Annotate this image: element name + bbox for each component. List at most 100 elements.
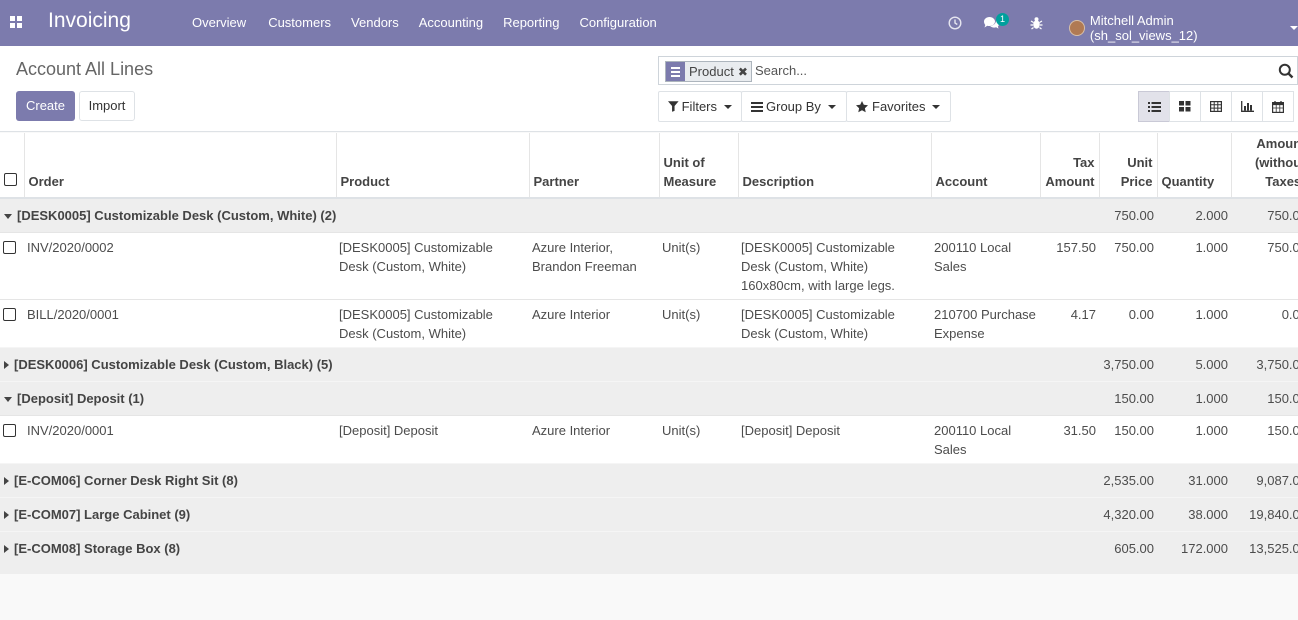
star-icon [856,100,868,112]
cell-uom: Unit(s) [659,231,738,299]
caret-right-icon [4,511,9,520]
control-panel: Account All Lines Create Import Product … [0,46,1298,132]
cell-tax-amount: 31.50 [1040,414,1099,463]
cell-order: BILL/2020/0001 [24,298,336,347]
column-header-account[interactable]: Account [931,133,1041,199]
calendar-view-icon[interactable] [1262,91,1294,122]
filter-icon [668,101,679,112]
list-view: Order Product Partner Unit of Measure De… [0,133,1298,574]
column-header-tax-amount[interactable]: Tax Amount [1040,133,1100,199]
list-view-icon[interactable] [1138,91,1170,122]
cell-tax-amount: 157.50 [1040,231,1099,299]
lines-table: Order Product Partner Unit of Measure De… [0,133,1298,574]
row-checkbox[interactable] [3,307,16,321]
caret-right-icon [4,545,9,554]
menu-item-accounting[interactable]: Accounting [419,15,483,30]
clock-icon[interactable] [948,0,962,46]
row-checkbox[interactable] [3,240,16,254]
import-button[interactable]: Import [79,91,135,121]
cell-description: [Deposit] Deposit [738,414,931,463]
group-name: [E-COM08] Storage Box (8) [14,540,181,556]
search-facet-product: Product ✖ [665,61,752,82]
caret-right-icon [4,361,9,370]
user-menu[interactable]: Mitchell Admin (sh_sol_views_12) [1069,13,1298,43]
page-title: Account All Lines [16,59,154,79]
filters-dropdown[interactable]: Filters [658,91,742,122]
table-row[interactable]: INV/2020/0002 [DESK0005] Customizable De… [0,231,1298,299]
chevron-down-icon [724,104,732,109]
search-icon[interactable] [1278,63,1294,79]
group-amount: 9,087.00 [1231,462,1298,497]
column-header-quantity[interactable]: Quantity [1157,133,1232,199]
cell-order: INV/2020/0002 [24,231,336,299]
row-checkbox[interactable] [3,423,16,437]
column-header-product[interactable]: Product [336,133,530,199]
graph-view-icon[interactable] [1231,91,1263,122]
cell-amount: 750.00 [1231,231,1298,299]
cell-unit-price: 150.00 [1099,414,1157,463]
group-amount: 3,750.00 [1231,346,1298,381]
group-row[interactable]: [DESK0005] Customizable Desk (Custom, Wh… [0,197,1298,232]
group-by-dropdown[interactable]: Group By [741,91,847,122]
app-brand[interactable]: Invoicing [48,9,131,33]
group-row[interactable]: [E-COM06] Corner Desk Right Sit (8) 2,53… [0,462,1298,497]
column-header-unit-of-measure[interactable]: Unit of Measure [659,133,739,199]
cell-description: [DESK0005] Customizable Desk (Custom, Wh… [738,231,931,299]
menu-item-reporting[interactable]: Reporting [503,15,559,30]
cell-partner: Azure Interior [529,414,659,463]
group-row[interactable]: [E-COM08] Storage Box (8) 605.00 172.000… [0,530,1298,565]
column-header-partner[interactable]: Partner [529,133,660,199]
group-name: [E-COM06] Corner Desk Right Sit (8) [14,472,238,488]
cell-product: [DESK0005] Customizable Desk (Custom, Wh… [336,298,529,347]
cell-unit-price: 750.00 [1099,231,1157,299]
group-quantity: 5.000 [1157,346,1231,381]
column-header-order[interactable]: Order [24,133,337,199]
user-name: Mitchell Admin (sh_sol_views_12) [1089,13,1198,43]
chevron-down-icon [827,104,836,109]
group-unit-price: 3,750.00 [1099,346,1157,381]
pivot-view-icon[interactable] [1200,91,1232,122]
menu-item-vendors[interactable]: Vendors [351,15,399,30]
main-menu: Overview Customers Vendors Accounting Re… [192,15,677,30]
group-row[interactable]: [DESK0006] Customizable Desk (Custom, Bl… [0,346,1298,381]
caret-down-icon [4,396,12,402]
avatar [1069,20,1085,36]
favorites-dropdown[interactable]: Favorites [846,91,951,122]
search-input[interactable] [753,60,1253,81]
cell-account: 210700 Purchase Expense [931,298,1040,347]
table-row[interactable]: INV/2020/0001 [Deposit] Deposit Azure In… [0,414,1298,463]
caret-right-icon [4,477,9,486]
select-all-checkbox[interactable] [4,173,17,186]
column-header-amount[interactable]: Amount (without Taxes) [1231,133,1298,199]
close-icon[interactable]: ✖ [738,65,751,79]
bug-icon[interactable] [1030,0,1044,46]
table-row[interactable]: BILL/2020/0001 [DESK0005] Customizable D… [0,298,1298,347]
create-button[interactable]: Create [16,91,75,121]
cell-quantity: 1.000 [1157,298,1231,347]
column-header-unit-price[interactable]: Unit Price [1099,133,1158,199]
kanban-view-icon[interactable] [1169,91,1201,122]
table-footer-spacer [0,565,1298,574]
menu-item-configuration[interactable]: Configuration [579,15,656,30]
menu-item-customers[interactable]: Customers [268,15,331,30]
cell-description: [DESK0005] Customizable Desk (Custom, Wh… [738,298,931,347]
group-row[interactable]: [E-COM07] Large Cabinet (9) 4,320.00 38.… [0,496,1298,531]
group-amount: 750.00 [1231,197,1298,232]
group-by-icon [666,62,685,81]
bars-icon [751,101,763,112]
cell-product: [Deposit] Deposit [336,414,529,463]
column-header-description[interactable]: Description [738,133,932,199]
chat-count-badge: 1 [996,13,1009,26]
cell-quantity: 1.000 [1157,414,1231,463]
apps-menu-icon[interactable] [10,16,22,28]
view-switcher [1138,91,1294,122]
group-amount: 13,525.00 [1231,530,1298,565]
group-name: [E-COM07] Large Cabinet (9) [14,506,191,522]
caret-down-icon [4,213,12,219]
cell-partner: Azure Interior [529,298,659,347]
group-row[interactable]: [Deposit] Deposit (1) 150.00 1.000 150.0… [0,380,1298,415]
cell-tax-amount: 4.17 [1040,298,1099,347]
group-name: [DESK0006] Customizable Desk (Custom, Bl… [14,356,333,372]
cell-unit-price: 0.00 [1099,298,1157,347]
menu-item-overview[interactable]: Overview [192,15,246,30]
